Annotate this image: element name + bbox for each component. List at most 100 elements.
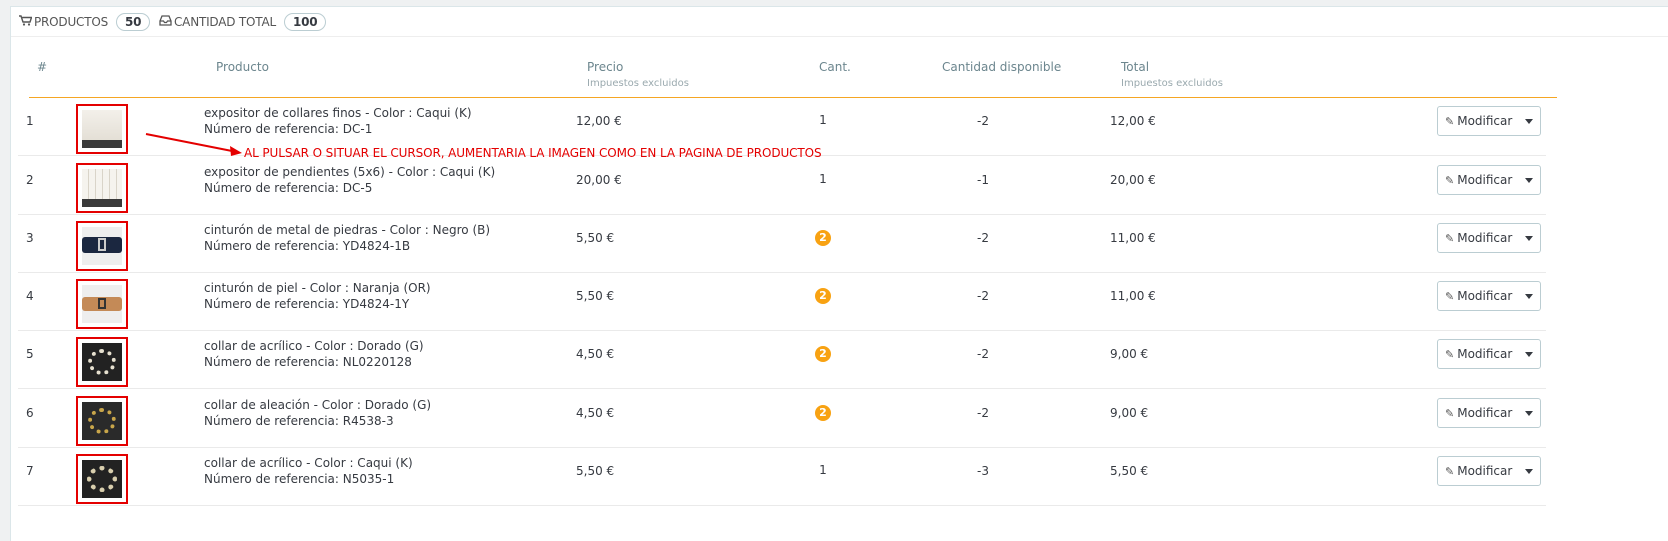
quantity-badge: 2 [815,405,831,421]
quantity-badge: 2 [815,346,831,362]
pencil-icon: ✎ [1445,347,1455,361]
product-thumbnail[interactable] [76,221,128,271]
pencil-icon: ✎ [1445,464,1455,478]
quantity-badge: 2 [815,230,831,246]
products-label: PRODUCTOS [34,15,109,29]
product-price: 12,00 € [576,114,622,128]
row-number: 1 [26,114,34,128]
product-thumbnail[interactable] [76,396,128,446]
available-quantity: -2 [977,406,989,420]
product-reference: Número de referencia: YD4824-1Y [204,297,410,311]
modify-button[interactable]: ✎ Modificar [1438,399,1518,427]
modify-button-group: ✎ Modificar [1437,398,1541,428]
modify-label: Modificar [1457,406,1513,420]
row-total: 11,00 € [1110,231,1156,245]
modify-label: Modificar [1457,173,1513,187]
product-name: cinturón de piel - Color : Naranja (OR) [204,281,431,295]
modify-button[interactable]: ✎ Modificar [1438,166,1518,194]
product-name: expositor de pendientes (5x6) - Color : … [204,165,496,179]
modify-dropdown-toggle[interactable] [1518,166,1540,194]
quantity-value: 1 [819,113,827,127]
col-price-subheader: Impuestos excluidos [587,78,689,89]
available-quantity: -2 [977,231,989,245]
product-thumbnail[interactable] [76,279,128,329]
pencil-icon: ✎ [1445,231,1455,245]
modify-button-group: ✎ Modificar [1437,281,1541,311]
modify-dropdown-toggle[interactable] [1518,282,1540,310]
product-price: 5,50 € [576,231,615,245]
product-reference: Número de referencia: R4538-3 [204,414,394,428]
modify-button[interactable]: ✎ Modificar [1438,107,1518,135]
col-product-header: Producto [216,60,269,74]
table-row: 5 collar de acrílico - Color : Dorado (G)… [18,331,1546,389]
chevron-down-icon [1525,177,1533,183]
modify-dropdown-toggle[interactable] [1518,107,1540,135]
modify-button-group: ✎ Modificar [1437,456,1541,486]
product-thumbnail[interactable] [76,337,128,387]
modify-dropdown-toggle[interactable] [1518,457,1540,485]
product-thumbnail[interactable] [76,104,128,154]
quantity-summary: CANTIDAD TOTAL 100 [159,7,327,37]
table-row: 7 collar de acrílico - Color : Caqui (K) N… [18,448,1546,506]
modify-button-group: ✎ Modificar [1437,165,1541,195]
row-total: 9,00 € [1110,406,1149,420]
available-quantity: -2 [977,347,989,361]
product-price: 5,50 € [576,289,615,303]
chevron-down-icon [1525,293,1533,299]
modify-dropdown-toggle[interactable] [1518,340,1540,368]
cart-icon [19,15,33,29]
quantity-badge: 2 [815,288,831,304]
modify-label: Modificar [1457,289,1513,303]
product-quantity: 2 [808,405,838,421]
modify-button[interactable]: ✎ Modificar [1438,282,1518,310]
chevron-down-icon [1525,410,1533,416]
modify-button[interactable]: ✎ Modificar [1438,340,1518,368]
row-total: 11,00 € [1110,289,1156,303]
table-row: 6 collar de aleación - Color : Dorado (G)… [18,390,1546,448]
pencil-icon: ✎ [1445,289,1455,303]
product-quantity: 2 [808,288,838,304]
available-quantity: -3 [977,464,989,478]
product-thumbnail[interactable] [76,163,128,213]
chevron-down-icon [1525,351,1533,357]
available-quantity: -2 [977,114,989,128]
product-price: 20,00 € [576,173,622,187]
modify-label: Modificar [1457,464,1513,478]
product-quantity: 1 [808,113,838,127]
product-quantity: 2 [808,346,838,362]
available-quantity: -1 [977,173,989,187]
modify-button-group: ✎ Modificar [1437,106,1541,136]
row-total: 5,50 € [1110,464,1149,478]
chevron-down-icon [1525,118,1533,124]
product-thumbnail[interactable] [76,454,128,504]
modify-button[interactable]: ✎ Modificar [1438,457,1518,485]
modify-button-group: ✎ Modificar [1437,223,1541,253]
product-name: collar de aleación - Color : Dorado (G) [204,398,432,412]
modify-dropdown-toggle[interactable] [1518,399,1540,427]
col-qty-header: Cant. [819,60,851,74]
table-row: 4 cinturón de piel - Color : Naranja (OR)… [18,273,1546,331]
modify-label: Modificar [1457,347,1513,361]
summary-bar: PRODUCTOS 50 CANTIDAD TOTAL 100 [11,7,1668,37]
row-total: 12,00 € [1110,114,1156,128]
col-price-header: Precio [587,60,624,74]
modify-dropdown-toggle[interactable] [1518,224,1540,252]
modify-label: Modificar [1457,114,1513,128]
available-quantity: -2 [977,289,989,303]
product-price: 5,50 € [576,464,615,478]
quantity-value: 1 [819,463,827,477]
product-name: collar de acrílico - Color : Dorado (G) [204,339,424,353]
modify-label: Modificar [1457,231,1513,245]
row-number: 6 [26,406,34,420]
quantity-label: CANTIDAD TOTAL [174,15,276,29]
pencil-icon: ✎ [1445,114,1455,128]
annotation-text: AL PULSAR O SITUAR EL CURSOR, AUMENTARIA… [244,146,822,160]
pencil-icon: ✎ [1445,173,1455,187]
row-number: 4 [26,289,34,303]
chevron-down-icon [1525,235,1533,241]
product-quantity: 2 [808,230,838,246]
product-quantity: 1 [808,172,838,186]
row-number: 2 [26,173,34,187]
modify-button[interactable]: ✎ Modificar [1438,224,1518,252]
table-row: 3 cinturón de metal de piedras - Color : … [18,215,1546,273]
